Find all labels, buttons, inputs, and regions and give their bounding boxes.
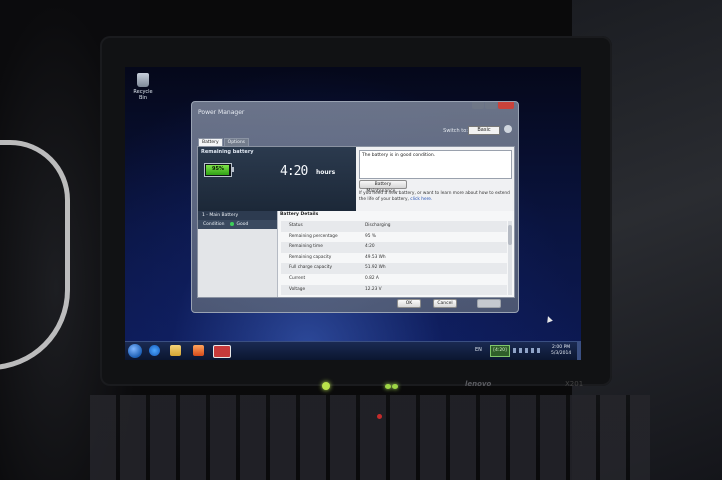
status-led	[385, 384, 391, 389]
row-key: Status	[289, 223, 303, 228]
row-key: Current	[289, 275, 306, 281]
notification-area-icons[interactable]	[513, 348, 543, 353]
battery-details-header: Battery Details	[280, 212, 319, 217]
maximize-button[interactable]	[485, 102, 497, 109]
battery-list-item[interactable]: Condition Good	[198, 220, 277, 229]
language-indicator[interactable]: EN	[475, 347, 482, 353]
status-led	[322, 382, 330, 390]
row-key: Full charge capacity	[289, 265, 333, 271]
status-message-box: The battery is in good condition.	[359, 150, 512, 179]
table-row: Current 0.82 A	[281, 274, 507, 285]
show-desktop-button[interactable]	[577, 342, 581, 360]
recycle-bin-shortcut[interactable]: Recycle Bin	[129, 73, 157, 101]
battery-percent: 95%	[212, 166, 224, 172]
recycle-bin-label: Recycle Bin	[133, 89, 153, 101]
power-manager-window: Power Manager Switch to: Basic Battery O…	[191, 101, 519, 313]
battery-maintenance-button[interactable]: Battery Maintenance...	[359, 180, 407, 194]
close-button[interactable]	[498, 102, 514, 109]
recycle-bin-icon	[137, 73, 149, 87]
condition-value: Good	[236, 222, 249, 227]
row-value: 12.23 V	[365, 286, 382, 292]
window-title: Power Manager	[198, 109, 245, 116]
row-key: Remaining time	[289, 244, 323, 250]
keyboard	[90, 395, 650, 480]
battery-list: 1 - Main Battery Condition Good	[198, 211, 278, 297]
remaining-battery-panel: Remaining battery 95% 4:20 hours	[198, 147, 356, 211]
row-value: 4:20	[365, 244, 375, 250]
trackpoint	[377, 414, 382, 419]
remaining-time: 4:20	[280, 164, 308, 179]
model-label: X201	[565, 380, 584, 388]
switch-to-label: Switch to:	[443, 128, 468, 134]
condition-ok-icon	[230, 221, 235, 226]
row-key: Remaining capacity	[289, 254, 332, 260]
table-row: Remaining percentage 95 %	[281, 232, 507, 243]
start-button[interactable]	[128, 344, 142, 358]
desktop-screen: Recycle Bin Power Manager Switch to: Bas…	[125, 67, 581, 360]
row-value: 0.82 A	[365, 275, 379, 281]
cancel-button[interactable]: Cancel	[433, 299, 457, 308]
help-text: If you need a new battery, or want to le…	[359, 191, 512, 203]
row-value: 51.92 Wh	[365, 265, 386, 271]
battery-list-header: 1 - Main Battery	[198, 211, 277, 220]
clock[interactable]: 2:00 PM 5/3/2014	[551, 345, 571, 356]
mouse-pointer-icon	[545, 315, 553, 323]
media-player-icon[interactable]	[193, 345, 204, 356]
status-led	[392, 384, 398, 389]
battery-terminal	[232, 167, 234, 172]
tray-battery-gauge[interactable]: [4:20]	[490, 345, 510, 357]
power-manager-taskbar-icon[interactable]	[213, 345, 231, 358]
row-key: Voltage	[289, 286, 306, 292]
row-value: Discharging	[365, 223, 391, 228]
window-controls	[472, 102, 514, 109]
condition-label: Condition	[203, 222, 225, 227]
minimize-button[interactable]	[472, 102, 484, 109]
table-row: Voltage 12.23 V	[281, 284, 507, 296]
help-text-body: If you need a new battery, or want to le…	[359, 191, 510, 202]
help-link[interactable]: click here.	[410, 197, 432, 202]
clock-time: 2:00 PM	[552, 345, 571, 350]
internet-explorer-icon[interactable]	[149, 345, 160, 356]
brand-logo: lenovo	[465, 380, 492, 388]
table-row: Status Discharging	[281, 221, 507, 232]
row-value: 49.53 Wh	[365, 254, 386, 260]
remaining-time-unit: hours	[316, 169, 336, 176]
ok-button[interactable]: OK	[397, 299, 421, 308]
tools-icon[interactable]	[504, 125, 512, 133]
battery-details-table: Status Discharging Remaining percentage 95…	[281, 221, 507, 296]
file-explorer-icon[interactable]	[170, 345, 181, 356]
table-row: Remaining capacity 49.53 Wh	[281, 253, 507, 264]
apply-button[interactable]	[477, 299, 501, 308]
remaining-battery-label: Remaining battery	[201, 149, 254, 155]
battery-gauge-icon: 95%	[204, 163, 234, 177]
switch-to-select[interactable]: Basic	[468, 126, 500, 135]
table-row: Full charge capacity 51.92 Wh	[281, 263, 507, 274]
scrollbar-thumb[interactable]	[508, 225, 512, 245]
table-row: Remaining time 4:20	[281, 242, 507, 253]
details-scrollbar[interactable]	[508, 221, 512, 295]
status-message: The battery is in good condition.	[362, 153, 436, 158]
clock-date: 5/3/2014	[551, 350, 572, 356]
tab-content: Remaining battery 95% 4:20 hours The bat…	[197, 146, 515, 298]
row-value: 95 %	[365, 233, 376, 239]
battery-details: Battery Details Status Discharging Remain…	[278, 211, 514, 297]
taskbar: EN [4:20] 2:00 PM 5/3/2014	[125, 341, 581, 360]
row-key: Remaining percentage	[289, 233, 338, 239]
